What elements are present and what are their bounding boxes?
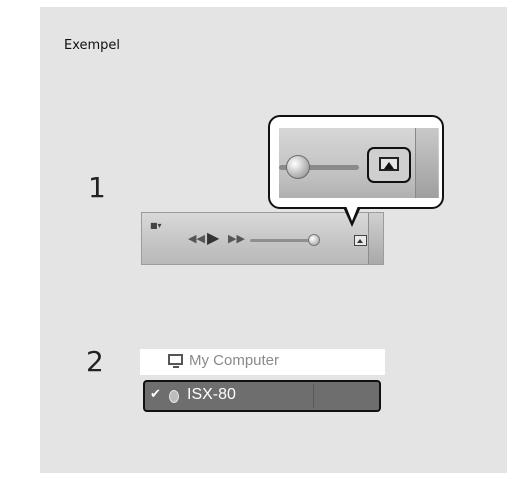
zoomed-toolbar-edge [415,128,438,198]
fast-forward-icon[interactable]: ▶▶ [228,233,245,244]
device-label: ISX-80 [187,386,236,403]
volume-slider-knob[interactable] [308,234,320,246]
page-title: Exempel [64,38,121,53]
volume-slider[interactable] [250,239,314,242]
airplay-button-highlight[interactable] [367,147,411,183]
airplay-icon[interactable] [379,157,399,171]
device-label: My Computer [189,352,280,369]
play-icon[interactable]: ▶ [207,230,219,246]
rewind-icon[interactable]: ◀◀ [188,233,205,244]
row-divider [313,384,314,408]
zoom-callout [268,115,444,209]
airplay-icon[interactable] [354,235,367,246]
step-number-2: 2 [86,345,104,378]
callout-pointer-fill [346,206,358,221]
airplay-device-list: My Computer ✔ ISX-80 [140,349,385,421]
device-item-my-computer[interactable]: My Computer [140,349,385,375]
checkmark-icon: ✔ [150,387,161,402]
speaker-icon [166,387,180,403]
step-number-1: 1 [88,171,106,204]
device-item-isx-80[interactable]: ✔ ISX-80 [143,380,381,412]
view-menu-icon[interactable]: ■▾ [150,221,162,230]
monitor-icon [168,354,183,368]
toolbar-edge [368,213,383,264]
zoomed-volume-knob [286,155,310,179]
